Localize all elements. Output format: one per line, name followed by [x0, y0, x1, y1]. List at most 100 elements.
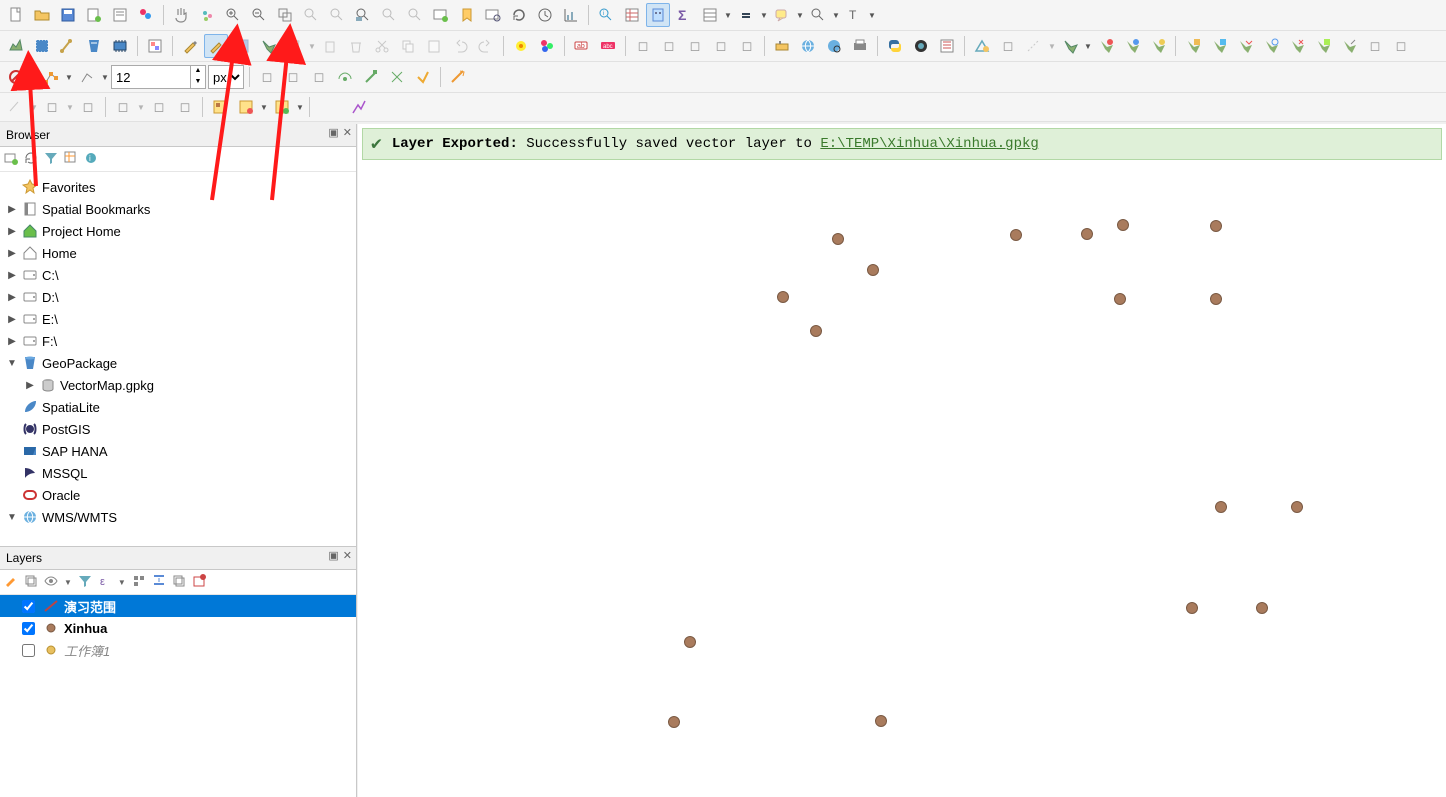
layers-undock-icon[interactable]: ▣	[328, 549, 338, 562]
map-canvas[interactable]: ✔ Layer Exported: Successfully saved vec…	[358, 124, 1446, 797]
label-move-icon[interactable]: ◻	[683, 34, 707, 58]
browser-close-icon[interactable]: ✕	[343, 126, 352, 139]
tree-item[interactable]: MSSQL	[0, 462, 356, 484]
tree-item[interactable]: ▶E:\	[0, 308, 356, 330]
layers-delete-icon[interactable]	[192, 574, 206, 591]
maptips-icon[interactable]	[734, 3, 758, 27]
r4a-icon[interactable]	[4, 95, 28, 119]
zoom-last-icon[interactable]	[377, 3, 401, 27]
segment-icon[interactable]	[75, 65, 99, 89]
h3-icon[interactable]	[1120, 34, 1144, 58]
layers-list[interactable]: 演习范围Xinhua工作簿1	[0, 595, 356, 797]
layers-title-bar[interactable]: Layers ▣ ✕	[0, 547, 356, 570]
layers-visibility-icon[interactable]	[44, 574, 58, 591]
maptips-dropdown[interactable]: ▼	[760, 4, 768, 26]
annotation-icon[interactable]	[770, 3, 794, 27]
size-input[interactable]	[112, 66, 190, 88]
map-point[interactable]	[810, 325, 822, 337]
i6-icon[interactable]	[1311, 34, 1335, 58]
map-point[interactable]	[1010, 229, 1022, 241]
zoom-selection-icon[interactable]	[325, 3, 349, 27]
select-icon[interactable]	[806, 3, 830, 27]
tree-item[interactable]: ▼GeoPackage	[0, 352, 356, 374]
map-point[interactable]	[1186, 602, 1198, 614]
i4-icon[interactable]	[1259, 34, 1283, 58]
attributes-icon[interactable]	[620, 3, 644, 27]
i2-icon[interactable]	[1207, 34, 1231, 58]
tree-item[interactable]: ▼WMS/WMTS	[0, 506, 356, 528]
map-point[interactable]	[1210, 293, 1222, 305]
tree-item[interactable]: ▶VectorMap.gpkg	[0, 374, 356, 396]
new-vector-icon[interactable]	[56, 34, 80, 58]
move-feature-dropdown[interactable]: ▼	[308, 35, 316, 57]
expander-icon[interactable]: ▶	[6, 314, 18, 325]
plugin-db-icon[interactable]	[509, 34, 533, 58]
zoom-out-icon[interactable]	[247, 3, 271, 27]
save-icon[interactable]	[56, 3, 80, 27]
layers-remove-icon[interactable]	[172, 574, 186, 591]
new-virtual-icon[interactable]	[143, 34, 167, 58]
measure-icon[interactable]	[698, 3, 722, 27]
trace-tool-icon[interactable]	[1022, 34, 1046, 58]
cut-icon[interactable]	[370, 34, 394, 58]
zoom-layer-icon[interactable]	[351, 3, 375, 27]
tree-item[interactable]: ▶F:\	[0, 330, 356, 352]
layers-collapse-icon[interactable]	[152, 574, 166, 591]
map-point[interactable]	[832, 233, 844, 245]
plugin-color-icon[interactable]	[535, 34, 559, 58]
no-edit-icon[interactable]	[4, 65, 28, 89]
v1-icon[interactable]	[359, 65, 383, 89]
i5-icon[interactable]	[1285, 34, 1309, 58]
intersect-icon[interactable]: ◻	[307, 65, 331, 89]
paste-icon[interactable]	[422, 34, 446, 58]
layer-row[interactable]: Xinhua	[0, 617, 356, 639]
map-point[interactable]	[1256, 602, 1268, 614]
add-layer-icon[interactable]	[4, 151, 18, 168]
layer-checkbox[interactable]	[22, 644, 35, 657]
tree-item[interactable]: Favorites	[0, 176, 356, 198]
i1-icon[interactable]	[1181, 34, 1205, 58]
chart-icon[interactable]	[347, 95, 371, 119]
grass-icon[interactable]	[935, 34, 959, 58]
h1-icon[interactable]	[1058, 34, 1082, 58]
map-point[interactable]	[875, 715, 887, 727]
redo-icon[interactable]	[474, 34, 498, 58]
i8-icon[interactable]: ◻	[1363, 34, 1387, 58]
measure-dropdown[interactable]: ▼	[724, 4, 732, 26]
layers-addgroup-icon[interactable]	[24, 574, 38, 591]
text-annotation-icon[interactable]: T	[842, 3, 866, 27]
layers-close-icon[interactable]: ✕	[343, 549, 352, 562]
layers-expr-icon[interactable]: ε	[98, 574, 112, 591]
open-icon[interactable]	[30, 3, 54, 27]
map-point[interactable]	[684, 636, 696, 648]
layer-checkbox[interactable]	[22, 600, 35, 613]
unit-select[interactable]: px	[208, 65, 244, 89]
tree-item[interactable]: PostGIS	[0, 418, 356, 440]
tree-item[interactable]: ▶Project Home	[0, 220, 356, 242]
current-edits-icon[interactable]	[204, 34, 228, 58]
layers-expand-icon[interactable]	[132, 574, 146, 591]
r4e-icon[interactable]: ◻	[147, 95, 171, 119]
zoom-in-icon[interactable]	[221, 3, 245, 27]
metasearch-icon[interactable]	[796, 34, 820, 58]
add-vector-icon[interactable]	[4, 34, 28, 58]
refresh-icon[interactable]	[507, 3, 531, 27]
refresh-browser-icon[interactable]	[24, 151, 38, 168]
tree-item[interactable]: Oracle	[0, 484, 356, 506]
add-raster-icon[interactable]	[30, 34, 54, 58]
temporal-icon[interactable]	[481, 3, 505, 27]
map-point[interactable]	[1291, 501, 1303, 513]
python-icon[interactable]	[883, 34, 907, 58]
tree-item[interactable]: ▶D:\	[0, 286, 356, 308]
expander-icon[interactable]: ▶	[6, 226, 18, 237]
i3-icon[interactable]	[1233, 34, 1257, 58]
pan-selection-icon[interactable]	[195, 3, 219, 27]
r4d-icon[interactable]: ◻	[111, 95, 135, 119]
add-feature-icon[interactable]	[256, 34, 280, 58]
label-change-icon[interactable]: ◻	[735, 34, 759, 58]
r4i-icon[interactable]	[270, 95, 294, 119]
print-icon[interactable]	[848, 34, 872, 58]
tree-item[interactable]: ▶Spatial Bookmarks	[0, 198, 356, 220]
label-abc-icon[interactable]: abc	[596, 34, 620, 58]
save-edits-icon[interactable]	[230, 34, 254, 58]
